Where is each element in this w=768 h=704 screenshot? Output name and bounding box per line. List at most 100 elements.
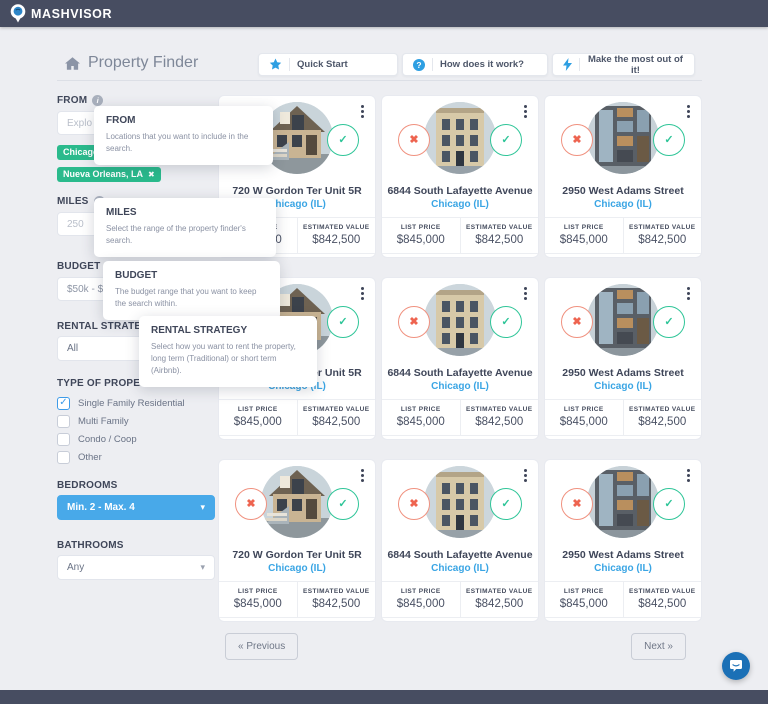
kebab-menu-icon[interactable] [359,285,366,302]
reject-property-button[interactable]: ✖ [561,488,593,520]
budget-tooltip: BUDGET The budget range that you want to… [103,261,280,320]
accept-property-button[interactable]: ✓ [327,124,359,156]
button-divider [579,58,580,71]
reject-property-button[interactable]: ✖ [561,124,593,156]
property-city-link[interactable]: Chicago (IL) [382,563,538,574]
remove-tag-icon[interactable]: ✖ [148,170,155,179]
estimated-value-label: ESTIMATED VALUE [626,588,700,595]
list-price-value: $845,000 [221,598,295,610]
how-does-it-work-button[interactable]: ? How does it work? [402,53,548,76]
reject-property-button[interactable]: ✖ [561,306,593,338]
property-city-link[interactable]: Chicago (IL) [545,199,701,210]
kebab-menu-icon[interactable] [685,467,692,484]
property-card: ✖ ✓ 6844 South Lafayette Avenue Chicago … [381,459,539,622]
property-address[interactable]: 6844 South Lafayette Avenue [382,185,538,197]
accept-property-button[interactable]: ✓ [490,124,522,156]
estimated-value: $842,500 [300,234,374,246]
list-price-label: LIST PRICE [547,224,621,231]
accept-property-button[interactable]: ✓ [327,488,359,520]
kebab-menu-icon[interactable] [359,103,366,120]
checkbox-icon: ✓ [57,397,70,410]
property-address[interactable]: 2950 West Adams Street [545,367,701,379]
estimated-value: $842,500 [626,416,700,428]
accept-property-button[interactable]: ✓ [327,306,359,338]
check-icon: ✓ [338,499,347,510]
reject-property-button[interactable]: ✖ [398,124,430,156]
list-price-value: $845,000 [547,234,621,246]
kebab-menu-icon[interactable] [522,103,529,120]
question-icon: ? [413,59,425,71]
page-title-text: Property Finder [88,54,198,72]
property-address[interactable]: 6844 South Lafayette Avenue [382,367,538,379]
accept-property-button[interactable]: ✓ [653,306,685,338]
property-address[interactable]: 2950 West Adams Street [545,549,701,561]
quick-start-button[interactable]: Quick Start [258,53,398,76]
property-photo [587,102,659,174]
estimated-value: $842,500 [463,598,537,610]
kebab-menu-icon[interactable] [522,285,529,302]
property-address[interactable]: 720 W Gordon Ter Unit 5R [219,549,375,561]
bathrooms-select[interactable]: Any ▾ [57,555,215,580]
top-navbar: MASHVISOR [0,0,768,27]
property-photo [424,466,496,538]
estimated-value-label: ESTIMATED VALUE [300,406,374,413]
button-divider [289,58,290,71]
property-photo [587,284,659,356]
from-label: FROMi [57,95,215,106]
x-icon: ✖ [409,499,418,510]
property-city-link[interactable]: Chicago (IL) [382,381,538,392]
chat-widget-button[interactable] [722,652,750,680]
x-icon: ✖ [246,499,255,510]
accept-property-button[interactable]: ✓ [490,488,522,520]
property-city-link[interactable]: Chicago (IL) [382,199,538,210]
property-address[interactable]: 2950 West Adams Street [545,185,701,197]
property-city-link[interactable]: Chicago (IL) [545,563,701,574]
property-city-link[interactable]: Chicago (IL) [219,563,375,574]
x-icon: ✖ [572,135,581,146]
location-tag[interactable]: Nueva Orleans, LA ✖ [57,167,161,182]
next-page-button[interactable]: Next » [631,633,686,660]
accept-property-button[interactable]: ✓ [653,124,685,156]
info-icon[interactable]: i [92,95,103,106]
estimated-value-label: ESTIMATED VALUE [300,224,374,231]
property-photo [261,466,333,538]
kebab-menu-icon[interactable] [522,467,529,484]
brand-logo[interactable]: MASHVISOR [10,4,112,23]
estimated-value-label: ESTIMATED VALUE [626,224,700,231]
accept-property-button[interactable]: ✓ [653,488,685,520]
property-photo [587,466,659,538]
x-icon: ✖ [409,317,418,328]
property-city-link[interactable]: Chicago (IL) [545,381,701,392]
brand-name: MASHVISOR [31,7,112,21]
property-address[interactable]: 720 W Gordon Ter Unit 5R [219,185,375,197]
property-card: ✖ ✓ 2950 West Adams Street Chicago (IL) … [544,277,702,440]
kebab-menu-icon[interactable] [359,467,366,484]
property-type-option[interactable]: ✓Other [57,448,215,466]
list-price-label: LIST PRICE [384,406,458,413]
kebab-menu-icon[interactable] [685,285,692,302]
property-type-option[interactable]: ✓Single Family Residential [57,394,215,412]
reject-property-button[interactable]: ✖ [398,488,430,520]
property-address[interactable]: 6844 South Lafayette Avenue [382,549,538,561]
x-icon: ✖ [409,135,418,146]
list-price-label: LIST PRICE [221,588,295,595]
previous-page-button[interactable]: « Previous [225,633,298,660]
check-icon: ✓ [664,317,673,328]
estimated-value-label: ESTIMATED VALUE [300,588,374,595]
reject-property-button[interactable]: ✖ [398,306,430,338]
check-icon: ✓ [664,499,673,510]
checkbox-icon: ✓ [57,451,70,464]
property-type-option[interactable]: ✓Condo / Coop [57,430,215,448]
accept-property-button[interactable]: ✓ [490,306,522,338]
from-tooltip: FROM Locations that you want to include … [94,106,273,165]
make-the-most-button[interactable]: Make the most out of it! [552,53,695,76]
property-card: ✖ ✓ 6844 South Lafayette Avenue Chicago … [381,277,539,440]
list-price-value: $845,000 [547,598,621,610]
property-type-option[interactable]: ✓Multi Family [57,412,215,430]
property-card: ✖ ✓ 2950 West Adams Street Chicago (IL) … [544,95,702,258]
kebab-menu-icon[interactable] [685,103,692,120]
list-price-label: LIST PRICE [547,588,621,595]
list-price-label: LIST PRICE [384,224,458,231]
bedrooms-select[interactable]: Min. 2 - Max. 4 ▾ [57,495,215,520]
reject-property-button[interactable]: ✖ [235,488,267,520]
